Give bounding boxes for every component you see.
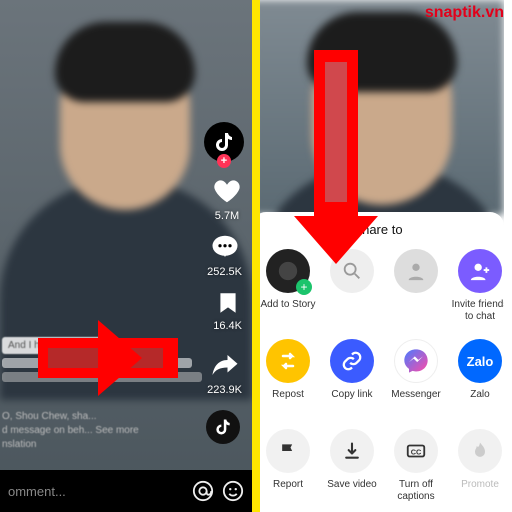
messenger-icon xyxy=(402,347,430,375)
follow-plus-icon[interactable]: + xyxy=(217,154,231,168)
contact-tile[interactable] xyxy=(386,249,446,323)
comment-button[interactable]: 252.5K xyxy=(207,232,242,278)
annotation-arrow-to-copylink xyxy=(314,50,358,220)
panel-divider xyxy=(252,0,260,512)
zalo-tile[interactable]: Zalo Zalo xyxy=(450,339,504,413)
video-meta: O, Shou Chew, sha... d message on beh...… xyxy=(2,410,139,452)
fire-icon xyxy=(470,441,490,461)
annotation-arrow-to-share xyxy=(38,338,178,378)
tutorial-image: + 5.7M 252.5K 16.4K 223.9K And I have so… xyxy=(0,0,512,512)
svg-text:CC: CC xyxy=(411,448,422,457)
share-row-actions: Report Save video CC Turn off captions P… xyxy=(252,417,504,507)
share-sheet-title: Share to xyxy=(252,212,504,237)
repost-icon xyxy=(276,349,300,373)
share-button[interactable]: 223.9K xyxy=(207,350,242,396)
tiktok-share-sheet-view: snaptik.vn Share to + Add to Story xyxy=(252,0,504,512)
comment-input-bar[interactable]: omment... xyxy=(0,470,252,512)
share-arrow-icon xyxy=(210,350,240,380)
flag-icon xyxy=(278,441,298,461)
repost-tile[interactable]: Repost xyxy=(258,339,318,413)
messenger-tile[interactable]: Messenger xyxy=(386,339,446,413)
share-sheet: Share to + Add to Story xyxy=(252,212,504,512)
share-row-contacts: + Add to Story Invite friends to chat xyxy=(252,237,504,327)
promote-tile: Promote xyxy=(450,429,504,503)
tiktok-logo-icon xyxy=(213,417,233,437)
emoji-icon[interactable] xyxy=(222,480,244,502)
tiktok-video-view: + 5.7M 252.5K 16.4K 223.9K And I have so… xyxy=(0,0,252,512)
watermark-text: snaptik.vn xyxy=(425,4,504,22)
captions-icon: CC xyxy=(405,440,427,462)
like-button[interactable]: 5.7M xyxy=(212,176,242,222)
comment-count: 252.5K xyxy=(207,266,242,278)
tiktok-logo-icon xyxy=(212,130,236,154)
comment-icon xyxy=(210,232,240,262)
user-icon xyxy=(405,260,427,282)
bookmark-button[interactable]: 16.4K xyxy=(213,290,242,332)
bookmark-icon xyxy=(215,290,241,316)
comment-placeholder: omment... xyxy=(8,484,184,499)
share-row-apps: Repost Copy link Messenger Zalo Zalo f F… xyxy=(252,327,504,417)
download-icon xyxy=(342,441,362,461)
turn-off-captions-tile[interactable]: CC Turn off captions xyxy=(386,429,446,503)
profile-avatar[interactable]: + xyxy=(204,122,244,162)
zalo-icon: Zalo xyxy=(458,339,502,383)
music-disc[interactable] xyxy=(206,410,240,444)
share-count: 223.9K xyxy=(207,384,242,396)
heart-icon xyxy=(212,176,242,206)
copy-link-tile[interactable]: Copy link xyxy=(322,339,382,413)
save-video-tile[interactable]: Save video xyxy=(322,429,382,503)
invite-friends-tile[interactable]: Invite friends to chat xyxy=(450,249,504,323)
bookmark-count: 16.4K xyxy=(213,320,242,332)
add-friend-icon xyxy=(469,260,491,282)
like-count: 5.7M xyxy=(215,210,239,222)
mention-icon[interactable] xyxy=(192,480,214,502)
link-icon xyxy=(341,350,363,372)
report-tile[interactable]: Report xyxy=(258,429,318,503)
